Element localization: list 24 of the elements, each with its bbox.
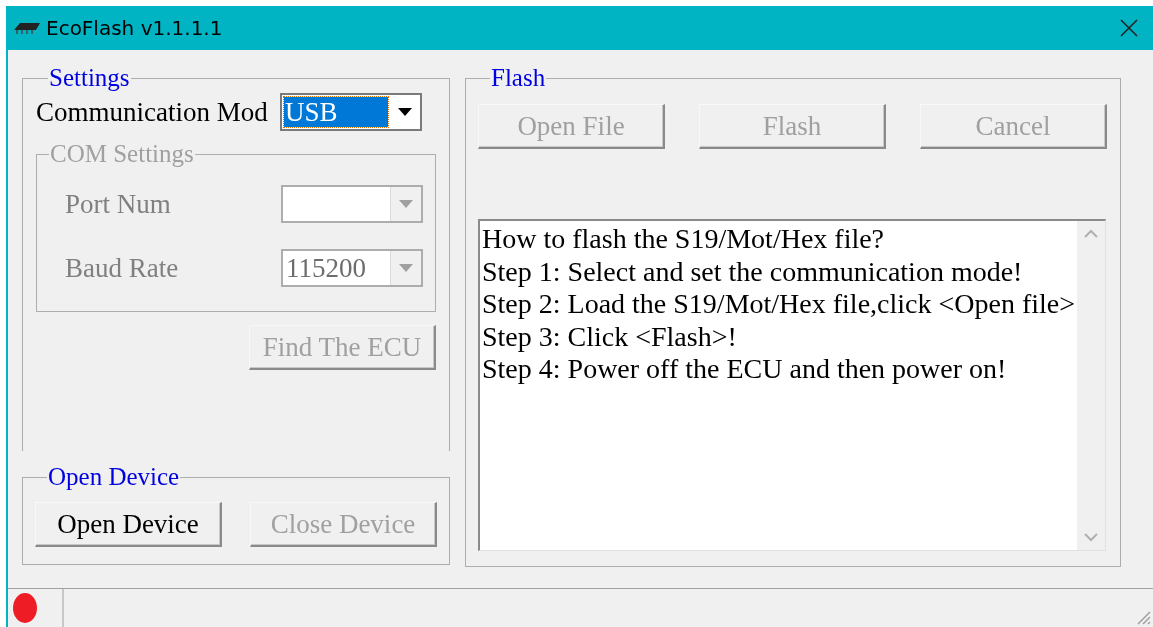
log-line: How to flash the S19/Mot/Hex file? xyxy=(482,223,886,256)
scroll-down-icon[interactable] xyxy=(1084,533,1098,542)
log-box[interactable] xyxy=(478,219,1106,551)
status-indicator-icon xyxy=(12,592,38,624)
group-title: Open Device xyxy=(47,465,181,489)
log-line: Step 4: Power off the ECU and then power on! xyxy=(482,353,1008,386)
group-title: Flash xyxy=(490,66,547,90)
field-label: Baud Rate xyxy=(64,252,180,284)
log-line: Step 3: Click <Flash>! xyxy=(482,320,738,353)
window-title: EcoFlash v1.1.1.1 xyxy=(46,16,223,40)
log-line: Step 2: Load the S19/Mot/Hex file,click <Open file> xyxy=(482,288,1077,321)
close-icon[interactable] xyxy=(1119,18,1139,38)
field-label: Port Num xyxy=(64,188,172,220)
scroll-up-icon[interactable] xyxy=(1084,229,1098,238)
dropdown-arrow-icon xyxy=(399,264,413,272)
dropdown-arrow-icon xyxy=(398,108,412,116)
log-line: Step 1: Select and set the communication mode! xyxy=(482,255,1024,288)
group-title: Settings xyxy=(48,66,131,90)
dropdown-arrow-icon xyxy=(399,200,413,208)
device-button[interactable]: Open Device xyxy=(35,502,222,547)
chip-icon xyxy=(12,20,42,36)
field-label: Communication Mod xyxy=(36,96,269,128)
mode-dropdown[interactable]: USB xyxy=(280,93,422,131)
group-title: COM Settings xyxy=(49,142,195,166)
